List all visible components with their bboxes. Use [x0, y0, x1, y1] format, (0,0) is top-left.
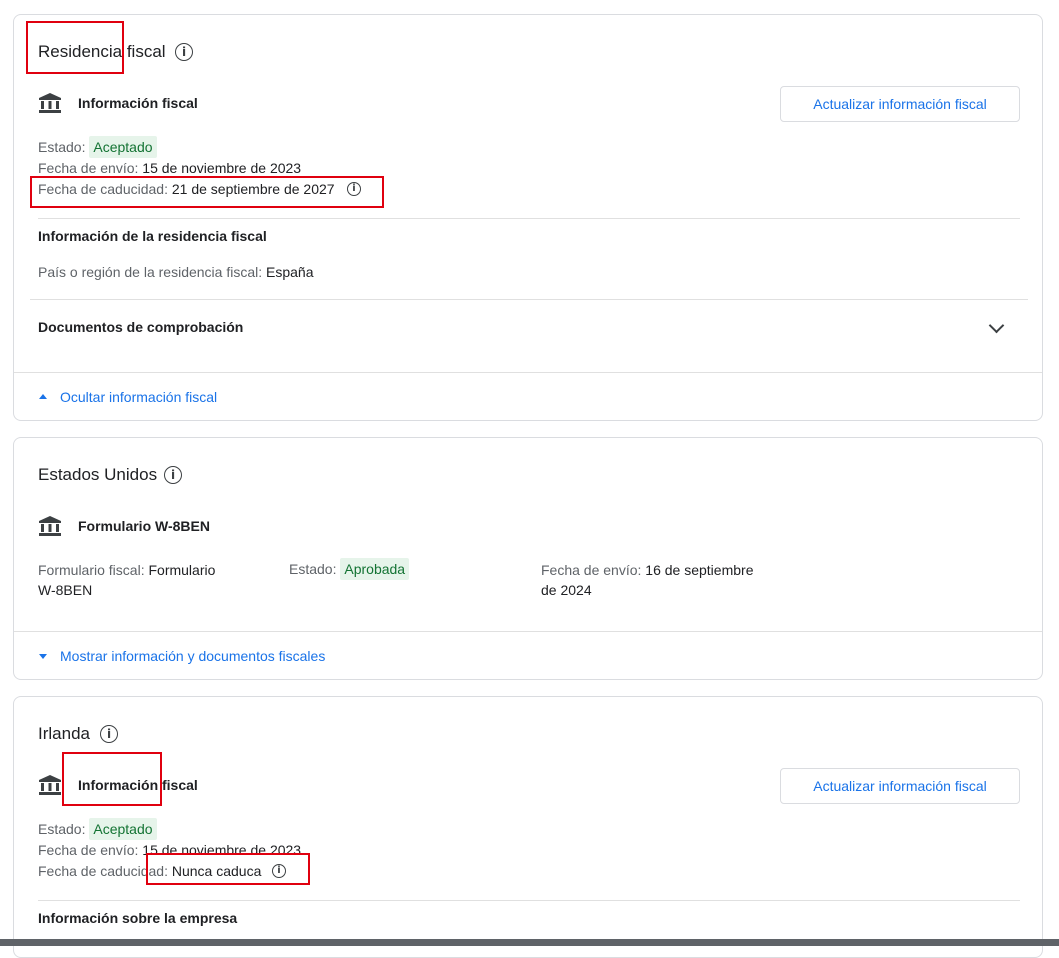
update-tax-info-button[interactable]: Actualizar información fiscal	[780, 768, 1020, 804]
toggle-link-label: Mostrar información y documentos fiscale…	[60, 648, 326, 664]
info-icon[interactable]: i	[164, 466, 182, 484]
chevron-down-icon	[988, 317, 1005, 334]
card-title: Irlanda	[38, 724, 90, 743]
info-icon[interactable]: i	[100, 725, 118, 743]
envio-value-cont: de 2024	[541, 582, 592, 598]
envio-label: Fecha de envío:	[541, 562, 642, 578]
form-value: Formulario	[148, 562, 216, 578]
divider	[38, 900, 1020, 901]
form-label: Formulario fiscal:	[38, 562, 145, 578]
status-badge: Aprobada	[340, 558, 410, 580]
caret-down-icon	[39, 654, 47, 659]
info-icon[interactable]: i	[272, 864, 286, 878]
caducidad-value: Nunca caduca	[171, 863, 262, 879]
envio-value: 15 de noviembre de 2023	[142, 842, 302, 858]
docs-expander[interactable]: Documentos de comprobación	[30, 300, 1028, 356]
pais-value: España	[266, 264, 314, 280]
form-row: Formulario fiscal: Formulario W-8BEN	[38, 560, 215, 600]
section-title: Información sobre la empresa	[38, 910, 238, 926]
bank-icon	[39, 516, 61, 536]
estado-row: Estado: Aceptado	[38, 818, 157, 840]
envio-label: Fecha de envío:	[38, 842, 139, 858]
caducidad-value: 21 de septiembre de 2027	[171, 181, 335, 197]
estado-label: Estado:	[289, 561, 337, 577]
update-tax-info-button[interactable]: Actualizar información fiscal	[780, 86, 1020, 122]
section-subtitle: Formulario W-8BEN	[78, 518, 210, 534]
docs-title: Documentos de comprobación	[38, 319, 244, 335]
envio-row: Fecha de envío: 15 de noviembre de 2023	[38, 842, 301, 858]
divider	[14, 631, 1042, 632]
card-title: Residencia fiscal	[38, 42, 166, 61]
pais-row: País o región de la residencia fiscal: E…	[38, 264, 314, 280]
estado-row: Estado: Aceptado	[38, 136, 157, 158]
bank-icon	[39, 93, 61, 113]
bank-icon	[39, 775, 61, 795]
section-subtitle: Información fiscal	[78, 777, 198, 793]
envio-label: Fecha de envío:	[38, 160, 139, 176]
caret-up-icon	[39, 394, 47, 399]
section-subtitle: Información fiscal	[78, 95, 198, 111]
estado-label: Estado:	[38, 821, 86, 837]
form-value-cont: W-8BEN	[38, 582, 93, 598]
envio-value: 16 de septiembre	[645, 562, 754, 578]
estado-row: Estado: Aprobada	[289, 558, 410, 580]
envio-row: Fecha de envío: 16 de septiembre de 2024	[541, 560, 753, 600]
divider	[14, 372, 1042, 373]
info-icon[interactable]: i	[347, 182, 361, 196]
envio-value: 15 de noviembre de 2023	[142, 160, 302, 176]
divider	[38, 218, 1020, 219]
caducidad-label: Fecha de caducidad:	[38, 181, 168, 197]
section-title: Información de la residencia fiscal	[38, 228, 267, 244]
status-badge: Aceptado	[89, 818, 157, 840]
card-title: Estados Unidos	[38, 465, 158, 484]
caducidad-row: Fecha de caducidad: 21 de septiembre de …	[38, 181, 335, 197]
card-estados-unidos: Estados Unidos i Formulario W-8BEN Formu…	[13, 437, 1043, 680]
info-icon[interactable]: i	[175, 43, 193, 61]
caducidad-label: Fecha de caducidad:	[38, 863, 168, 879]
estado-label: Estado:	[38, 139, 86, 155]
window-bottom-edge	[0, 939, 1059, 946]
card-residencia-fiscal: Residencia fiscal i Información fiscal A…	[13, 14, 1043, 421]
card-irlanda: Irlanda i Información fiscal Actualizar …	[13, 696, 1043, 958]
caducidad-row: Fecha de caducidad: Nunca caduca	[38, 863, 261, 879]
envio-row: Fecha de envío: 15 de noviembre de 2023	[38, 160, 301, 176]
toggle-link-label: Ocultar información fiscal	[60, 389, 218, 405]
pais-label: País o región de la residencia fiscal:	[38, 264, 263, 280]
status-badge: Aceptado	[89, 136, 157, 158]
